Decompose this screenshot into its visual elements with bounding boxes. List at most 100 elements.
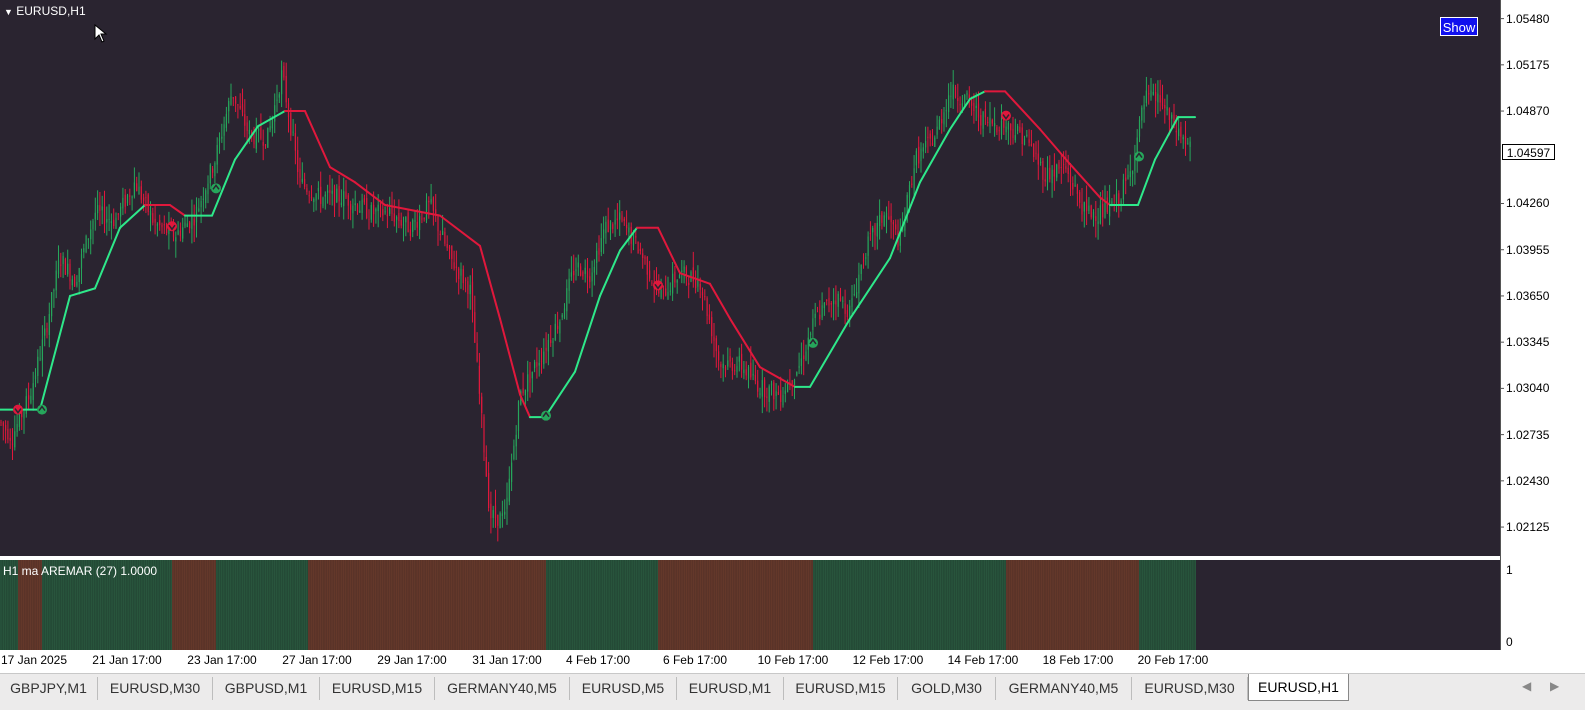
candle: [74, 273, 76, 287]
candle: [90, 220, 92, 255]
candle: [619, 200, 621, 236]
candle: [575, 257, 577, 281]
candle: [506, 482, 508, 525]
tab-germany40-m5[interactable]: GERMANY40,M5: [435, 677, 570, 700]
candle: [25, 388, 27, 418]
candle: [439, 230, 441, 241]
candle: [895, 219, 897, 236]
candle: [402, 216, 405, 242]
candle: [849, 299, 851, 328]
candle: [892, 219, 894, 240]
candle: [1180, 121, 1182, 144]
candle: [538, 349, 540, 377]
candle: [1005, 117, 1007, 141]
candle: [1102, 190, 1104, 227]
tab-eurusd-m30[interactable]: EURUSD,M30: [1132, 677, 1248, 700]
candle: [853, 284, 855, 297]
price-chart-canvas[interactable]: [0, 0, 1500, 556]
time-axis-label: 27 Jan 17:00: [282, 653, 352, 667]
candle: [577, 254, 579, 276]
candle: [941, 109, 943, 134]
candle: [129, 188, 131, 206]
buy-signal-icon: [541, 410, 551, 421]
candle: [662, 285, 664, 300]
candle: [918, 136, 920, 169]
tab-eurusd-m15[interactable]: EURUSD,M15: [784, 677, 898, 700]
tab-gbpusd-m1[interactable]: GBPUSD,M1: [213, 677, 320, 700]
candle: [552, 338, 554, 357]
indicator-histogram-segment: [813, 560, 1006, 650]
candle: [446, 235, 448, 251]
candle: [115, 212, 117, 230]
candle: [267, 127, 269, 149]
candle: [982, 110, 984, 137]
candle: [844, 289, 846, 325]
candle: [1092, 209, 1095, 227]
candle: [545, 332, 547, 364]
candle: [724, 365, 727, 378]
candle: [996, 125, 998, 136]
candle: [67, 249, 69, 277]
candle: [1145, 76, 1147, 107]
candle: [423, 217, 425, 222]
candle: [290, 107, 292, 141]
candle: [175, 231, 177, 258]
candle: [327, 184, 329, 204]
candle: [1017, 123, 1019, 135]
tab-eurusd-m15[interactable]: EURUSD,M15: [320, 677, 435, 700]
candle: [28, 382, 30, 411]
candle: [1060, 153, 1062, 184]
candle: [1118, 190, 1120, 218]
time-axis-label: 17 Jan 2025: [0, 653, 68, 667]
candle: [497, 514, 499, 542]
indicator-pane[interactable]: [0, 560, 1500, 650]
candle: [209, 163, 211, 190]
price-chart[interactable]: [0, 0, 1500, 556]
time-axis-label: 18 Feb 17:00: [1042, 653, 1114, 667]
tab-scroll-left-icon[interactable]: ◀: [1522, 679, 1531, 693]
candle: [437, 214, 439, 246]
candle: [301, 162, 303, 184]
candle: [264, 143, 267, 149]
candle: [310, 185, 313, 202]
candle: [106, 206, 108, 236]
time-axis-label: 31 Jan 17:00: [472, 653, 542, 667]
time-axis[interactable]: 17 Jan 2025 21 Jan 17:00 23 Jan 17:00 27 Ja…: [0, 650, 1585, 672]
candle: [637, 241, 639, 254]
collapse-triangle-icon[interactable]: ▼: [4, 7, 13, 17]
show-button[interactable]: Show: [1440, 17, 1478, 36]
candle: [800, 342, 802, 375]
candle: [1023, 135, 1026, 146]
tab-germany40-m5[interactable]: GERMANY40,M5: [996, 677, 1132, 700]
candle: [621, 210, 623, 223]
tab-gbpjpy-m1[interactable]: GBPJPY,M1: [0, 677, 98, 700]
tab-gold-m30[interactable]: GOLD,M30: [898, 677, 996, 700]
candle: [110, 213, 112, 240]
sell-signal-icon: [1001, 110, 1011, 121]
price-axis-label: 1.02125: [1506, 520, 1550, 535]
candle: [1143, 95, 1145, 123]
tab-eurusd-m30[interactable]: EURUSD,M30: [98, 677, 213, 700]
candle: [1155, 83, 1157, 118]
tab-scroll-right-icon[interactable]: ▶: [1550, 679, 1559, 693]
candle: [221, 123, 223, 143]
candle: [368, 209, 370, 230]
candle: [1187, 137, 1189, 145]
candle: [881, 210, 883, 230]
candle: [925, 126, 927, 154]
candle: [879, 199, 881, 240]
ma-segment: [574, 294, 601, 373]
indicator-canvas[interactable]: [0, 560, 1500, 650]
candle: [1095, 201, 1097, 238]
tab-eurusd-h1[interactable]: EURUSD,H1: [1248, 674, 1349, 701]
tab-eurusd-m5[interactable]: EURUSD,M5: [570, 677, 677, 700]
candle: [1072, 176, 1074, 196]
candle: [467, 276, 469, 309]
candle: [414, 210, 416, 231]
candle: [124, 189, 126, 214]
tab-eurusd-m1[interactable]: EURUSD,M1: [677, 677, 784, 700]
candle: [359, 200, 361, 213]
candle: [412, 218, 414, 238]
candle: [448, 244, 451, 260]
candle: [168, 211, 170, 250]
